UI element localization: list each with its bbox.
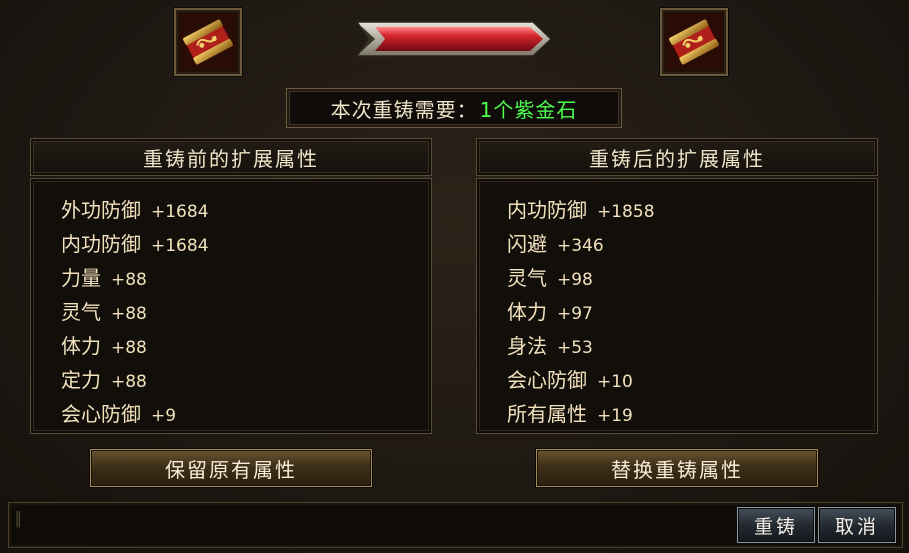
attr-value: +1858 — [597, 202, 655, 222]
attr-name: 内功防御 — [507, 198, 587, 222]
attr-name: 闪避 — [507, 232, 547, 256]
replace-recast-attrs-label: 替换重铸属性 — [611, 457, 743, 482]
cancel-button-label: 取消 — [834, 515, 879, 538]
attr-row: 定力 +88 — [61, 363, 431, 397]
attr-row: 体力 +88 — [61, 329, 431, 363]
attr-name: 灵气 — [507, 266, 547, 290]
keep-original-attrs-button[interactable]: 保留原有属性 — [90, 449, 372, 487]
keep-original-attrs-label: 保留原有属性 — [165, 457, 297, 482]
attr-value: +10 — [597, 372, 633, 392]
attr-value: +9 — [151, 406, 177, 426]
after-item-slot[interactable] — [660, 8, 728, 76]
before-attrs-panel: 外功防御 +1684 内功防御 +1684 力量 +88 灵气 +88 体力 +88 定力 +88 会心… — [30, 178, 432, 434]
cloth-bundle-icon — [665, 13, 723, 71]
after-attrs-title: 重铸后的扩展属性 — [589, 146, 765, 171]
attr-name: 力量 — [61, 266, 101, 290]
attr-value: +1684 — [151, 202, 209, 222]
before-attrs-header: 重铸前的扩展属性 — [30, 138, 432, 176]
attr-value: +88 — [111, 270, 147, 290]
attr-row: 身法 +53 — [507, 329, 877, 363]
attr-row: 会心防御 +9 — [61, 397, 431, 431]
attr-row: 外功防御 +1684 — [61, 193, 431, 227]
bottom-bar-left-ornament: ║ — [14, 512, 23, 528]
attr-name: 体力 — [61, 334, 101, 358]
attr-name: 定力 — [61, 368, 101, 392]
attr-row: 闪避 +346 — [507, 227, 877, 261]
cloth-bundle-icon — [179, 13, 237, 71]
attr-value: +53 — [557, 338, 593, 358]
cost-label: 本次重铸需要： — [330, 97, 478, 122]
after-attrs-header: 重铸后的扩展属性 — [476, 138, 878, 176]
attr-value: +98 — [557, 270, 593, 290]
attr-row: 内功防御 +1858 — [507, 193, 877, 227]
attr-value: +1684 — [151, 236, 209, 256]
attr-name: 身法 — [507, 334, 547, 358]
attr-value: +88 — [111, 372, 147, 392]
cancel-button[interactable]: 取消 — [818, 507, 896, 543]
attr-value: +88 — [111, 304, 147, 324]
attr-name: 会心防御 — [507, 368, 587, 392]
before-attrs-title: 重铸前的扩展属性 — [143, 146, 319, 171]
attr-row: 力量 +88 — [61, 261, 431, 295]
before-attrs-list: 外功防御 +1684 内功防御 +1684 力量 +88 灵气 +88 体力 +88 定力 +88 会心… — [31, 179, 431, 431]
attr-row: 内功防御 +1684 — [61, 227, 431, 261]
before-item-slot[interactable] — [174, 8, 242, 76]
attr-name: 所有属性 — [507, 402, 587, 426]
attr-value: +97 — [557, 304, 593, 324]
recast-cost-banner: 本次重铸需要： 1个 紫金石 — [286, 88, 622, 128]
recast-button-label: 重铸 — [753, 515, 798, 538]
recast-button[interactable]: 重铸 — [737, 507, 815, 543]
after-attrs-panel: 内功防御 +1858 闪避 +346 灵气 +98 体力 +97 身法 +53 会心防御 +10 所有属… — [476, 178, 878, 434]
attr-value: +346 — [557, 236, 604, 256]
attr-row: 体力 +97 — [507, 295, 877, 329]
attr-row: 所有属性 +19 — [507, 397, 877, 431]
attr-value: +19 — [597, 406, 633, 426]
attr-name: 外功防御 — [61, 198, 141, 222]
cost-quantity: 1个 — [479, 97, 515, 122]
attr-name: 会心防御 — [61, 402, 141, 426]
attr-name: 灵气 — [61, 300, 101, 324]
attr-row: 会心防御 +10 — [507, 363, 877, 397]
attr-name: 体力 — [507, 300, 547, 324]
attr-value: +88 — [111, 338, 147, 358]
recast-progress-arrow — [355, 21, 553, 57]
attr-row: 灵气 +98 — [507, 261, 877, 295]
replace-recast-attrs-button[interactable]: 替换重铸属性 — [536, 449, 818, 487]
after-attrs-list: 内功防御 +1858 闪避 +346 灵气 +98 体力 +97 身法 +53 会心防御 +10 所有属… — [477, 179, 877, 431]
attr-name: 内功防御 — [61, 232, 141, 256]
cost-item-name: 紫金石 — [514, 97, 578, 122]
attr-row: 灵气 +88 — [61, 295, 431, 329]
